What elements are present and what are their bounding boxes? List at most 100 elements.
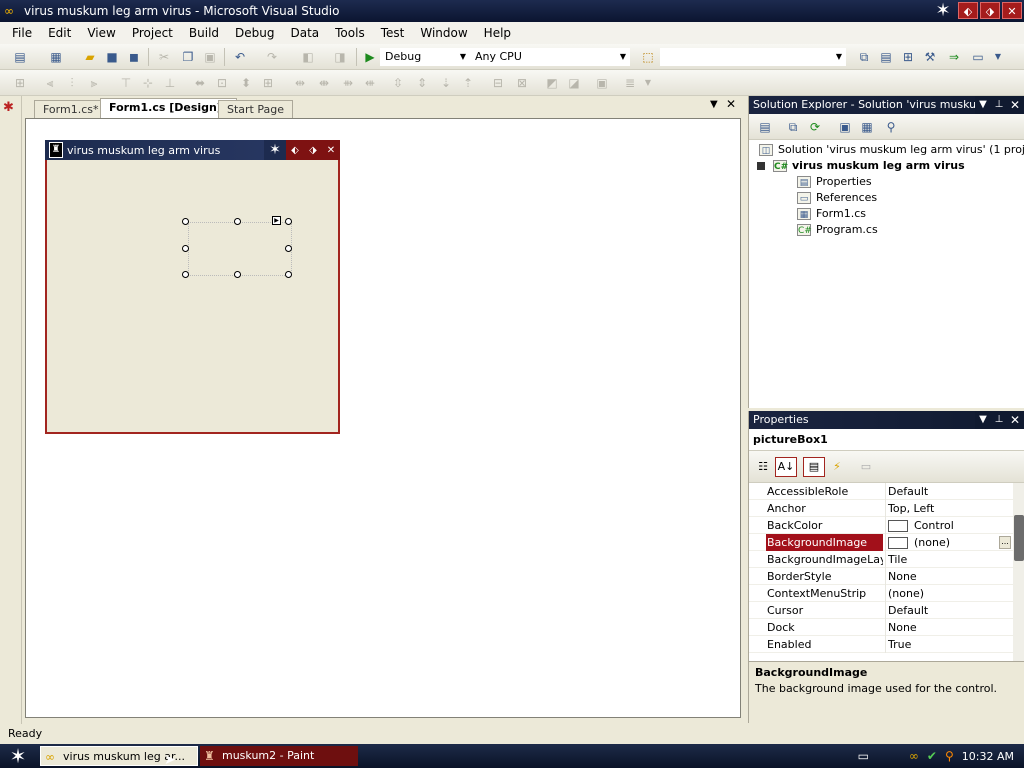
property-row-accessiblerole[interactable]: AccessibleRole Default xyxy=(749,483,1013,500)
resize-handle-top-left[interactable] xyxy=(182,218,189,225)
property-row-enabled[interactable]: Enabled True xyxy=(749,636,1013,653)
copy-icon[interactable]: ❐ xyxy=(180,49,196,65)
align-rights-icon[interactable]: ⫸ xyxy=(86,75,102,91)
property-row-borderstyle[interactable]: BorderStyle None xyxy=(749,568,1013,585)
property-row-backgroundimagelayout[interactable]: BackgroundImageLayou Tile xyxy=(749,551,1013,568)
cut-icon[interactable]: ✂ xyxy=(156,49,172,65)
center-vertically-icon[interactable]: ⊠ xyxy=(514,75,530,91)
tree-item-program[interactable]: C# Program.cs xyxy=(797,223,878,236)
size-to-grid-icon[interactable]: ⊡ xyxy=(214,75,230,91)
tree-item-properties[interactable]: ▤ Properties xyxy=(797,175,872,188)
toolbox-tab-icon[interactable]: ✱ xyxy=(3,100,19,116)
close-document-icon[interactable]: ✕ xyxy=(726,97,736,111)
property-value[interactable]: Top, Left xyxy=(885,500,1013,517)
find-combo[interactable]: ▼ xyxy=(660,48,846,66)
refresh-icon[interactable]: ⟳ xyxy=(807,119,823,135)
send-to-back-icon[interactable]: ◪ xyxy=(566,75,582,91)
undo-icon[interactable]: ↶ xyxy=(232,49,248,65)
solution-platform-combo[interactable]: Any CPU ▼ xyxy=(470,48,630,66)
collapse-icon[interactable] xyxy=(757,161,765,170)
show-all-files-icon[interactable]: ⧉ xyxy=(785,119,801,135)
navigate-forward-icon[interactable]: ◨ xyxy=(332,49,348,65)
align-middles-icon[interactable]: ⊹ xyxy=(140,75,156,91)
active-files-dropdown-icon[interactable]: ▼ xyxy=(710,99,718,110)
vertical-spacing-icon[interactable]: ⇳ xyxy=(390,75,406,91)
menu-file[interactable]: File xyxy=(4,26,40,40)
properties-icon[interactable]: ▤ xyxy=(757,119,773,135)
start-page-icon[interactable]: ⇒ xyxy=(946,49,962,65)
maximize-button[interactable]: ⬗ xyxy=(980,2,1000,19)
make-same-height-icon[interactable]: ⬍ xyxy=(238,75,254,91)
visual-studio-tray-icon[interactable]: ∞ xyxy=(909,749,919,763)
resize-handle-bottom-left[interactable] xyxy=(182,271,189,278)
property-value-cell[interactable]: Control xyxy=(885,517,1013,534)
menu-debug[interactable]: Debug xyxy=(227,26,282,40)
solution-explorer-icon[interactable]: ⧉ xyxy=(856,49,872,65)
menu-tools[interactable]: Tools xyxy=(327,26,373,40)
view-code-icon[interactable]: ▣ xyxy=(837,119,853,135)
menu-edit[interactable]: Edit xyxy=(40,26,79,40)
add-item-icon[interactable]: ▦ xyxy=(48,49,64,65)
object-selector[interactable]: pictureBox1 System.Windows.Forms.Picture… xyxy=(749,429,1024,468)
property-row-cursor[interactable]: Cursor Default xyxy=(749,602,1013,619)
paste-icon[interactable]: ▣ xyxy=(202,49,218,65)
tab-form1-design[interactable]: Form1.cs [Design]* xyxy=(100,98,237,118)
make-same-size-icon[interactable]: ⊞ xyxy=(260,75,276,91)
clock[interactable]: 10:32 AM xyxy=(962,750,1014,763)
horizontal-spacing-icon[interactable]: ⇹ xyxy=(292,75,308,91)
lock-controls-icon[interactable]: ▣ xyxy=(594,75,610,91)
save-icon[interactable]: ■ xyxy=(104,49,120,65)
alphabetical-icon[interactable]: A↓ xyxy=(775,457,797,477)
center-horizontally-icon[interactable]: ⊟ xyxy=(490,75,506,91)
navigate-back-icon[interactable]: ◧ xyxy=(300,49,316,65)
close-button[interactable]: ✕ xyxy=(1002,2,1022,19)
tree-solution[interactable]: ◫ Solution 'virus muskum leg arm virus' … xyxy=(759,143,1024,156)
resize-handle-bottom[interactable] xyxy=(234,271,241,278)
form-designer-window[interactable]: ♜ virus muskum leg arm virus ✶ ⬖ ⬗ ✕ ▶ xyxy=(45,140,340,434)
start-debugging-icon[interactable]: ▶ xyxy=(362,49,378,65)
align-centers-icon[interactable]: ⫶ xyxy=(64,75,80,91)
other-windows-icon[interactable]: ▭ xyxy=(970,49,986,65)
menu-window[interactable]: Window xyxy=(412,26,475,40)
resize-handle-right[interactable] xyxy=(285,245,292,252)
decrease-horizontal-spacing-icon[interactable]: ⇻ xyxy=(340,75,356,91)
minimize-button[interactable]: ⬖ xyxy=(958,2,978,19)
property-value-cell[interactable]: (none)... xyxy=(885,534,1013,551)
menu-project[interactable]: Project xyxy=(124,26,181,40)
save-all-icon[interactable]: ◼ xyxy=(126,49,142,65)
tree-item-form1[interactable]: ▦ Form1.cs xyxy=(797,207,866,220)
increase-horizontal-spacing-icon[interactable]: ⇼ xyxy=(316,75,332,91)
solution-configuration-combo[interactable]: Debug ▼ xyxy=(380,48,470,66)
start-button[interactable]: ✶ xyxy=(4,744,32,768)
auto-hide-pin-icon[interactable]: ⊥ xyxy=(991,411,1007,429)
toolbox-icon[interactable]: ⚒ xyxy=(922,49,938,65)
property-value[interactable]: Tile xyxy=(885,551,1013,568)
resize-handle-bottom-right[interactable] xyxy=(285,271,292,278)
property-row-backgroundimage[interactable]: BackgroundImage (none)... xyxy=(749,534,1013,551)
chevron-down-icon[interactable]: ▼ xyxy=(990,49,1006,65)
property-pages-icon[interactable]: ▭ xyxy=(855,457,877,477)
bring-to-front-icon[interactable]: ◩ xyxy=(544,75,560,91)
increase-vertical-spacing-icon[interactable]: ⇕ xyxy=(414,75,430,91)
tab-order-icon[interactable]: ≣ xyxy=(622,75,638,91)
property-value[interactable]: True xyxy=(885,636,1013,653)
decrease-vertical-spacing-icon[interactable]: ⇣ xyxy=(438,75,454,91)
make-same-width-icon[interactable]: ⬌ xyxy=(192,75,208,91)
align-lefts-icon[interactable]: ⫷ xyxy=(42,75,58,91)
close-pane-icon[interactable]: ✕ xyxy=(1007,96,1023,114)
menu-data[interactable]: Data xyxy=(282,26,327,40)
menu-build[interactable]: Build xyxy=(181,26,227,40)
chevron-down-icon[interactable]: ▼ xyxy=(640,75,656,91)
resize-handle-top[interactable] xyxy=(234,218,241,225)
search-icon[interactable]: ⚲ xyxy=(945,749,954,763)
align-bottoms-icon[interactable]: ⊥ xyxy=(162,75,178,91)
properties-window-icon[interactable]: ▤ xyxy=(878,49,894,65)
taskbar-item-paint[interactable]: ♜ muskum2 - Paint xyxy=(200,746,358,766)
property-row-contextmenustrip[interactable]: ContextMenuStrip (none) xyxy=(749,585,1013,602)
close-pane-icon[interactable]: ✕ xyxy=(1007,411,1023,429)
window-position-dropdown-icon[interactable]: ▼ xyxy=(975,96,991,114)
menu-test[interactable]: Test xyxy=(373,26,413,40)
remove-horizontal-spacing-icon[interactable]: ⇺ xyxy=(362,75,378,91)
smart-tag-icon[interactable]: ▶ xyxy=(272,216,281,225)
property-row-dock[interactable]: Dock None xyxy=(749,619,1013,636)
